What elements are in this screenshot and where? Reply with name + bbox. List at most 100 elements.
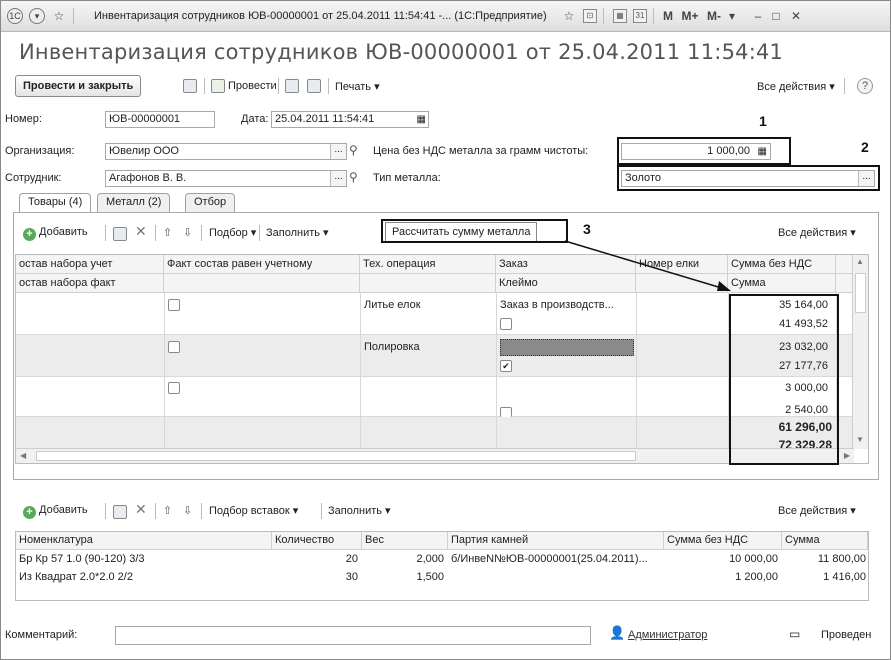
pick-inserts-menu[interactable]: Подбор вставок ▾ xyxy=(209,504,298,517)
employee-select-button[interactable]: ... xyxy=(330,171,346,186)
col-header-set-accounting[interactable]: остав набора учет xyxy=(16,255,164,274)
table-cell[interactable]: Бр Кр 57 1.0 (90-120) 3/3 xyxy=(19,553,269,565)
move-up-icon[interactable]: ⇧ xyxy=(163,226,172,239)
link-icon[interactable]: ⊡ xyxy=(583,9,597,23)
pick-menu[interactable]: Подбор ▾ xyxy=(209,226,256,239)
scroll-thumb[interactable] xyxy=(855,273,866,313)
fact-equals-checkbox[interactable] xyxy=(168,299,180,311)
grid-all-actions-menu[interactable]: Все действия ▾ xyxy=(778,226,856,239)
all-actions-menu[interactable]: Все действия ▾ xyxy=(757,80,835,93)
table-cell[interactable]: 30 xyxy=(272,571,358,583)
stamp-checkbox[interactable] xyxy=(500,407,512,417)
number-field[interactable]: ЮВ-00000001 xyxy=(105,111,215,128)
dropdown-arrow-icon[interactable]: ▾ xyxy=(725,8,739,24)
table-cell[interactable]: 1 200,00 xyxy=(664,571,778,583)
table-row[interactable] xyxy=(16,377,852,417)
grid2-all-actions-menu[interactable]: Все действия ▾ xyxy=(778,504,856,517)
organization-open-icon[interactable]: ⚲ xyxy=(349,143,358,157)
memory-m-button[interactable]: M xyxy=(661,8,675,24)
fact-equals-checkbox[interactable] xyxy=(168,341,180,353)
post-icon[interactable] xyxy=(211,79,225,93)
employee-open-icon[interactable]: ⚲ xyxy=(349,170,358,184)
scroll-up-icon[interactable]: ▲ xyxy=(856,257,864,266)
vertical-scrollbar[interactable]: ▲ ▼ xyxy=(852,255,868,449)
col-header-sum-no-vat[interactable]: Сумма без НДС xyxy=(664,532,782,550)
col-header-sum[interactable]: Сумма xyxy=(782,532,868,550)
col-header-weight[interactable]: Вес xyxy=(362,532,448,550)
author-link[interactable]: Администратор xyxy=(628,629,707,641)
stones-table[interactable]: Номенклатура Количество Вес Партия камне… xyxy=(15,531,869,601)
scroll-left-icon[interactable]: ◀ xyxy=(20,451,26,460)
stamp-checkbox-checked[interactable]: ✔ xyxy=(500,360,512,372)
move-down-icon[interactable]: ⇩ xyxy=(183,226,192,239)
col-header-sum[interactable]: Сумма xyxy=(728,274,836,293)
calculator-icon[interactable]: ▦ xyxy=(613,9,627,23)
employee-field[interactable]: Агафонов В. В. ... xyxy=(105,170,347,187)
operation-cell[interactable]: Полировка xyxy=(364,341,420,353)
date-field[interactable]: 25.04.2011 11:54:41 ▦ xyxy=(271,111,429,128)
table-cell[interactable]: 1,500 xyxy=(362,571,444,583)
print-menu[interactable]: Печать ▾ xyxy=(335,80,380,93)
add-stone-button[interactable]: + Добавить xyxy=(23,504,88,519)
close-icon[interactable]: ✕ xyxy=(789,8,803,24)
grid-toolbar-separator-2 xyxy=(155,225,156,241)
order-cell-selected[interactable] xyxy=(500,339,634,356)
delete-row-icon[interactable]: ✕ xyxy=(135,223,147,240)
comment-field[interactable] xyxy=(115,626,591,645)
move-up-icon[interactable]: ⇧ xyxy=(163,504,172,517)
scroll-right-icon[interactable]: ▶ xyxy=(844,451,850,460)
col-header-set-fact[interactable]: остав набора факт xyxy=(16,274,164,293)
col-header-sum-no-vat[interactable]: Сумма без НДС xyxy=(728,255,836,274)
table-cell[interactable]: 2,000 xyxy=(362,553,444,565)
col-header-quantity[interactable]: Количество xyxy=(272,532,362,550)
report-icon[interactable] xyxy=(307,79,321,93)
delete-stone-icon[interactable]: ✕ xyxy=(135,501,147,518)
copy-row-icon[interactable] xyxy=(113,227,127,241)
table-cell[interactable]: Из Квадрат 2.0*2.0 2/2 xyxy=(19,571,269,583)
table-cell[interactable]: 20 xyxy=(272,553,358,565)
structure-icon[interactable] xyxy=(285,79,299,93)
menu-dropdown-icon[interactable]: ▾ xyxy=(29,8,45,24)
tab-metal[interactable]: Металл (2) xyxy=(97,193,171,212)
memory-plus-button[interactable]: M+ xyxy=(679,8,701,24)
col-header-operation[interactable]: Тех. операция xyxy=(360,255,496,274)
table-cell[interactable]: 10 000,00 xyxy=(664,553,778,565)
fact-equals-checkbox[interactable] xyxy=(168,382,180,394)
table-cell[interactable]: 11 800,00 xyxy=(782,553,866,565)
maximize-icon[interactable]: □ xyxy=(769,8,783,24)
organization-field[interactable]: Ювелир ООО ... xyxy=(105,143,347,160)
stamp-checkbox[interactable] xyxy=(500,318,512,330)
author-link-text[interactable]: Администратор xyxy=(628,629,707,641)
organization-select-button[interactable]: ... xyxy=(330,144,346,159)
copy-stone-icon[interactable] xyxy=(113,505,127,519)
col-header-nomenclature[interactable]: Номенклатура xyxy=(16,532,272,550)
post-and-close-button[interactable]: Провести и закрыть xyxy=(15,75,142,97)
number-label: Номер: xyxy=(5,113,42,125)
table-row[interactable] xyxy=(16,293,852,335)
table-cell[interactable]: б/ИнвеN№ЮВ-00000001(25.04.2011)... xyxy=(451,553,663,565)
order-cell[interactable]: Заказ в производств... xyxy=(500,299,632,311)
fill-menu[interactable]: Заполнить ▾ xyxy=(266,226,329,239)
memory-minus-button[interactable]: M- xyxy=(705,8,723,24)
tab-selection[interactable]: Отбор xyxy=(185,193,236,212)
fill-inserts-menu[interactable]: Заполнить ▾ xyxy=(328,504,391,517)
operation-cell[interactable]: Литье елок xyxy=(364,299,421,311)
app-logo-icon[interactable]: 1С xyxy=(7,8,23,24)
move-down-icon[interactable]: ⇩ xyxy=(183,504,192,517)
scroll-down-icon[interactable]: ▼ xyxy=(856,435,864,444)
add-row-button[interactable]: + Добавить xyxy=(23,226,88,241)
calendar-picker-icon[interactable]: ▦ xyxy=(417,112,426,127)
help-icon[interactable]: ? xyxy=(857,78,873,94)
scroll-h-thumb[interactable] xyxy=(36,451,636,461)
col-header-stone-batch[interactable]: Партия камней xyxy=(448,532,664,550)
tab-goods[interactable]: Товары (4) xyxy=(19,193,92,213)
save-icon[interactable] xyxy=(183,79,197,93)
table-cell[interactable]: 1 416,00 xyxy=(782,571,866,583)
table-row[interactable] xyxy=(16,335,852,377)
calendar-icon[interactable]: 31 xyxy=(633,9,647,23)
favorite-star-icon[interactable]: ☆ xyxy=(51,8,67,24)
post-button[interactable]: Провести xyxy=(228,80,277,92)
favorite-star-icon-2[interactable]: ☆ xyxy=(561,8,577,24)
minimize-icon[interactable]: – xyxy=(751,8,765,24)
col-header-fact-equals[interactable]: Факт состав равен учетному xyxy=(164,255,360,274)
